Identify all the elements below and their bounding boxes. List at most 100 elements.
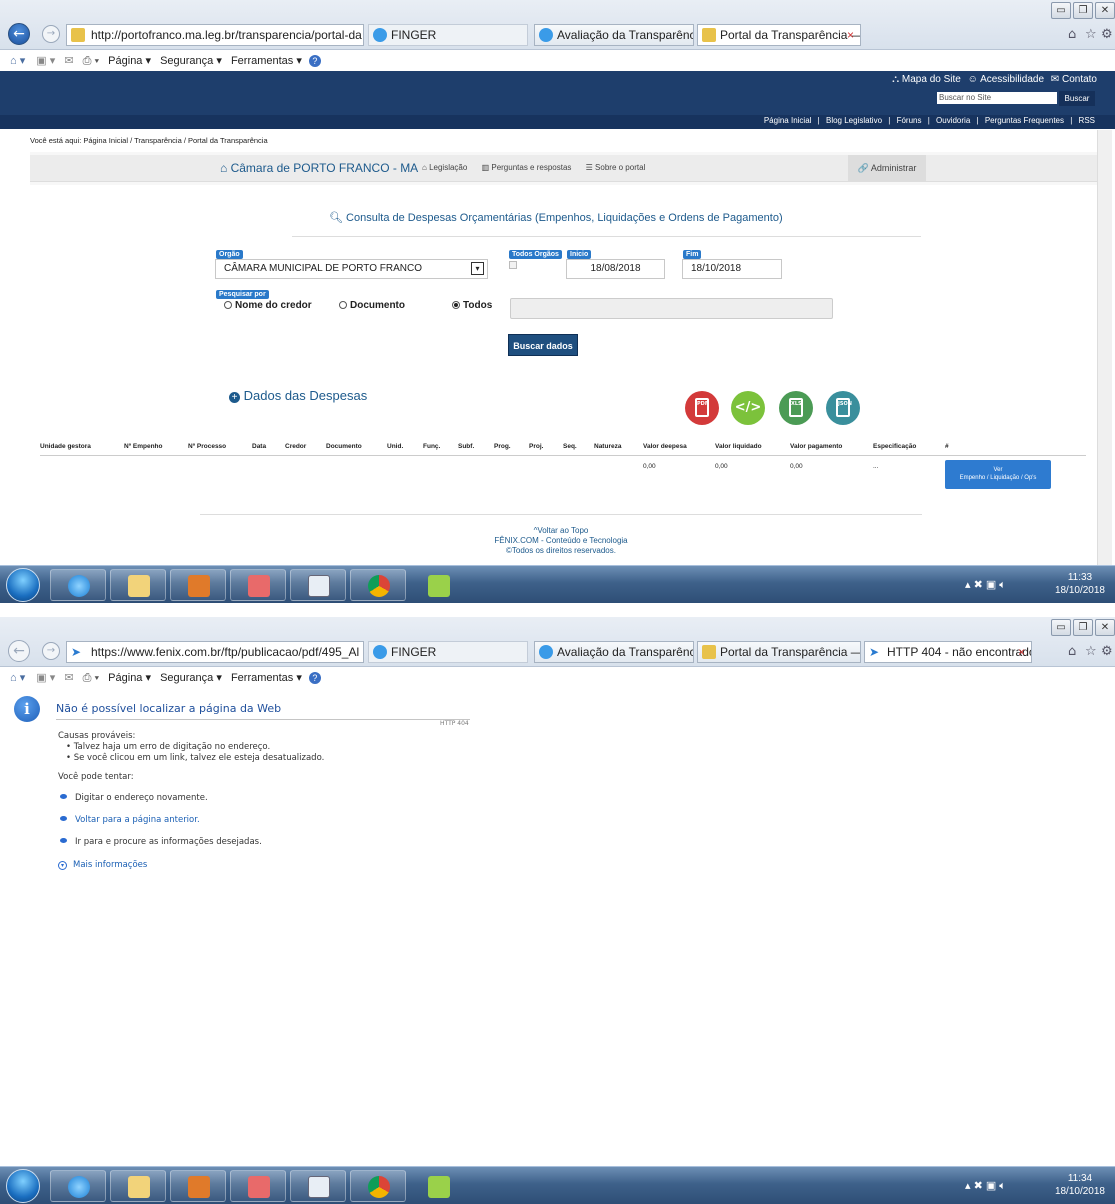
home-icon[interactable]: ⌂ [1068, 644, 1076, 659]
try-item[interactable]: Voltar para a página anterior. [60, 815, 200, 825]
taskbar-media[interactable] [170, 569, 226, 601]
portal-brand[interactable]: ⌂ Câmara de PORTO FRANCO - MA [220, 161, 418, 175]
radio-nome-credor[interactable]: Nome do credor [224, 300, 312, 311]
minimize-button[interactable]: ▭ [1051, 619, 1071, 636]
pdf-export-icon[interactable]: PDF [685, 391, 719, 425]
menu-pagina[interactable]: Página ▾ [108, 55, 151, 67]
forward-button[interactable]: → [42, 25, 60, 43]
taskbar-wordpad[interactable] [290, 1170, 346, 1202]
taskbar-media[interactable] [170, 1170, 226, 1202]
close-tab-icon[interactable]: × [1018, 642, 1025, 662]
taskbar-snipping[interactable] [230, 1170, 286, 1202]
back-button[interactable]: ← [8, 640, 30, 662]
menu-perguntas[interactable]: Perguntas e respostas [491, 163, 571, 172]
close-window-button[interactable]: ✕ [1095, 2, 1115, 19]
start-button[interactable] [6, 1169, 40, 1203]
minimize-button[interactable]: ▭ [1051, 2, 1071, 19]
menu-pagina[interactable]: Página ▾ [108, 672, 151, 684]
taskbar-chrome[interactable] [350, 569, 406, 601]
help-icon[interactable]: ? [308, 55, 321, 67]
menu-ferramentas[interactable]: Ferramentas ▾ [231, 55, 302, 67]
buscar-dados-button[interactable]: Buscar dados [508, 334, 578, 356]
taskbar-app[interactable] [410, 1170, 466, 1202]
link-acessibilidade[interactable]: Acessibilidade [980, 74, 1044, 85]
nav-foruns[interactable]: Fóruns [897, 116, 922, 125]
help-icon[interactable]: ? [308, 672, 321, 684]
nav-perguntas[interactable]: Perguntas Frequentes [985, 116, 1064, 125]
more-info-link[interactable]: ▾ Mais informações [58, 860, 147, 870]
print-icon[interactable]: ⎙ ▾ [83, 672, 99, 684]
fim-date-input[interactable]: 18/10/2018 [682, 259, 782, 279]
admin-button[interactable]: 🔗 Administrar [848, 155, 926, 182]
home-icon[interactable]: ⌂ ▾ [10, 55, 25, 67]
mail-icon[interactable]: ✉ [64, 672, 73, 684]
tab-portal-transparencia[interactable]: Portal da Transparência — ... × [697, 24, 861, 46]
feeds-icon[interactable]: ▣ ▾ [36, 55, 55, 67]
start-button[interactable] [6, 568, 40, 602]
menu-seguranca[interactable]: Segurança ▾ [160, 55, 222, 67]
link-contato[interactable]: Contato [1062, 74, 1097, 85]
back-to-top-link[interactable]: ^Voltar ao Topo [400, 526, 722, 536]
favorites-icon[interactable]: ☆ [1085, 27, 1097, 42]
find-tab[interactable]: FINGER [368, 641, 528, 663]
back-button[interactable]: ← [8, 23, 30, 45]
radio-todos[interactable]: Todos [452, 300, 492, 311]
xml-export-icon[interactable]: </> [731, 391, 765, 425]
menu-sobre[interactable]: Sobre o portal [595, 163, 645, 172]
tab-avaliacao[interactable]: Avaliação da Transparência do... [534, 641, 694, 663]
gear-icon[interactable]: ⚙ [1101, 644, 1113, 659]
taskbar-chrome[interactable] [350, 1170, 406, 1202]
taskbar-explorer[interactable] [110, 1170, 166, 1202]
taskbar-app[interactable] [410, 569, 466, 601]
link-mapa-do-site[interactable]: Mapa do Site [902, 74, 961, 85]
fenix-link[interactable]: FÊNIX.COM - Conteúdo e Tecnologia [400, 536, 722, 546]
menu-seguranca[interactable]: Segurança ▾ [160, 672, 222, 684]
site-search-button[interactable]: Buscar [1059, 91, 1095, 106]
nav-blog[interactable]: Blog Legislativo [826, 116, 882, 125]
tray-icons[interactable]: ▴ ✖ ▣ 🔈︎ [965, 1179, 1006, 1193]
clock[interactable]: 11:34 18/10/2018 [1055, 1172, 1105, 1198]
search-term-input[interactable] [510, 298, 833, 319]
taskbar-explorer[interactable] [110, 569, 166, 601]
orgao-select[interactable]: CÂMARA MUNICIPAL DE PORTO FRANCO ▾ [215, 259, 488, 279]
home-icon[interactable]: ⌂ ▾ [10, 672, 25, 684]
ver-empenho-button[interactable]: Ver Empenho / Liquidação / Op's [945, 460, 1051, 489]
site-search-input[interactable]: Buscar no Site [937, 92, 1057, 104]
xls-export-icon[interactable]: XLS [779, 391, 813, 425]
dados-title[interactable]: + Dados das Despesas [229, 388, 367, 403]
menu-ferramentas[interactable]: Ferramentas ▾ [231, 672, 302, 684]
print-icon[interactable]: ⎙ ▾ [83, 55, 99, 67]
tray-icons[interactable]: ▴ ✖ ▣ 🔈︎ [965, 578, 1006, 592]
taskbar-snipping[interactable] [230, 569, 286, 601]
menu-legislacao[interactable]: Legislação [429, 163, 467, 172]
mail-icon[interactable]: ✉ [64, 55, 73, 67]
find-tab[interactable]: FINGER [368, 24, 528, 46]
json-export-icon[interactable]: JSON [826, 391, 860, 425]
radio-documento[interactable]: Documento [339, 300, 405, 311]
vertical-scrollbar[interactable] [1097, 130, 1112, 565]
home-icon[interactable]: ⌂ [1068, 27, 1076, 42]
taskbar-ie[interactable] [50, 569, 106, 601]
inicio-date-input[interactable]: 18/08/2018 [566, 259, 665, 279]
restore-button[interactable]: ❐ [1073, 2, 1093, 19]
close-window-button[interactable]: ✕ [1095, 619, 1115, 636]
restore-button[interactable]: ❐ [1073, 619, 1093, 636]
nav-ouvidoria[interactable]: Ouvidoria [936, 116, 970, 125]
nav-rss[interactable]: RSS [1079, 116, 1095, 125]
close-tab-icon[interactable]: × [847, 25, 854, 45]
todos-orgaos-checkbox[interactable] [509, 261, 517, 269]
favorites-icon[interactable]: ☆ [1085, 644, 1097, 659]
taskbar-ie[interactable] [50, 1170, 106, 1202]
tab-avaliacao[interactable]: Avaliação da Transparência do... [534, 24, 694, 46]
address-bar[interactable]: ➤ https://www.fenix.com.br/ftp/publicaca… [66, 641, 364, 663]
taskbar-wordpad[interactable] [290, 569, 346, 601]
clock[interactable]: 11:33 18/10/2018 [1055, 571, 1105, 597]
nav-pagina-inicial[interactable]: Página Inicial [764, 116, 812, 125]
tab-http-404[interactable]: ➤ HTTP 404 - não encontrado × [864, 641, 1032, 663]
address-bar[interactable]: http://portofranco.ma.leg.br/transparenc… [66, 24, 364, 46]
feeds-icon[interactable]: ▣ ▾ [36, 672, 55, 684]
forward-button[interactable]: → [42, 642, 60, 660]
tab-portal-transparencia[interactable]: Portal da Transparência — Por... [697, 641, 861, 663]
gear-icon[interactable]: ⚙ [1101, 27, 1113, 42]
back-link[interactable]: Voltar para a página anterior. [75, 815, 200, 825]
